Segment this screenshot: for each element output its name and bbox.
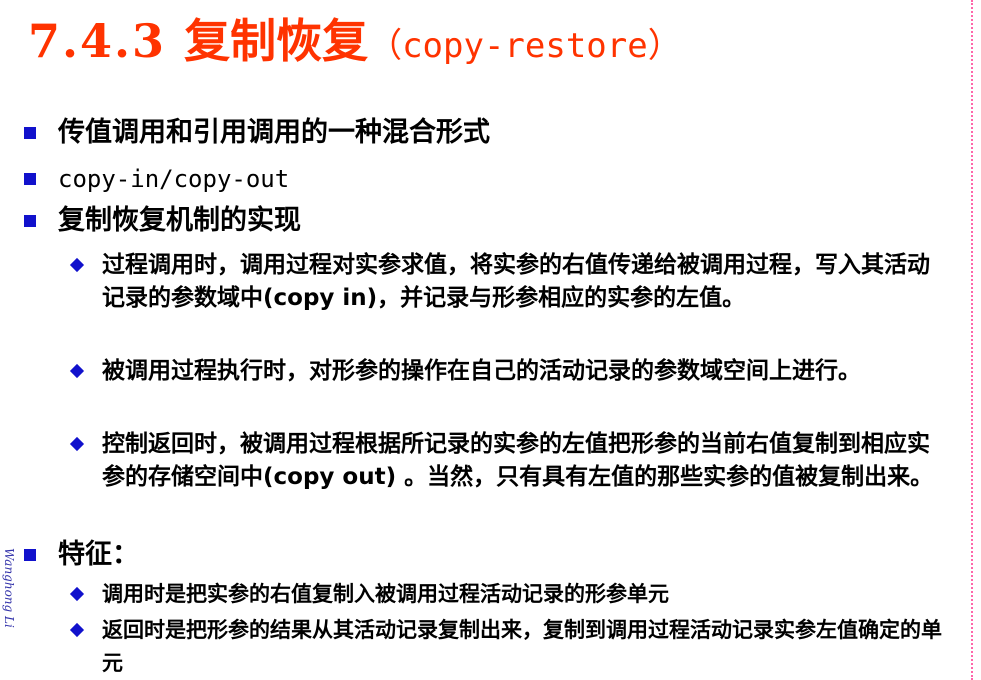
diamond-bullet-icon — [69, 622, 85, 638]
side-author-text: Wanghong Li — [2, 548, 16, 628]
sub-item-text: 控制返回时，被调用过程根据所记录的实参的左值把形参的当前右值复制到相应实参的存储… — [102, 431, 934, 490]
title-english: （copy-restore） — [368, 26, 682, 66]
square-bullet-icon — [24, 549, 36, 561]
slide-title: 7.4.3 复制恢复（copy-restore） — [28, 6, 682, 76]
sub-item-text: 调用时是把实参的右值复制入被调用过程活动记录的形参单元 — [102, 582, 669, 606]
square-bullet-icon — [24, 215, 36, 227]
bullet-text: copy-in/copy-out — [58, 165, 290, 193]
square-bullet-icon — [24, 173, 36, 185]
diamond-bullet-icon — [69, 257, 85, 273]
bullet-text: 传值调用和引用调用的一种混合形式 — [58, 117, 490, 148]
bullet-text: 特征： — [58, 539, 139, 570]
right-border-rule — [971, 0, 973, 680]
bullet-text: 复制恢复机制的实现 — [58, 205, 301, 236]
sub-item-text: 返回时是把形参的结果从其活动记录复制出来，复制到调用过程活动记录实参左值确定的单… — [102, 618, 942, 675]
diamond-bullet-icon — [69, 586, 85, 602]
diamond-bullet-icon — [69, 363, 85, 379]
sub-item-text: 被调用过程执行时，对形参的操作在自己的活动记录的参数域空间上进行。 — [102, 358, 861, 384]
title-number: 7.4.3 — [28, 14, 185, 68]
diamond-bullet-icon — [69, 436, 85, 452]
sub-item-text: 过程调用时，调用过程对实参求值，将实参的右值传递给被调用过程，写入其活动记录的参… — [102, 252, 930, 311]
square-bullet-icon — [24, 127, 36, 139]
title-chinese: 复制恢复 — [184, 14, 369, 68]
